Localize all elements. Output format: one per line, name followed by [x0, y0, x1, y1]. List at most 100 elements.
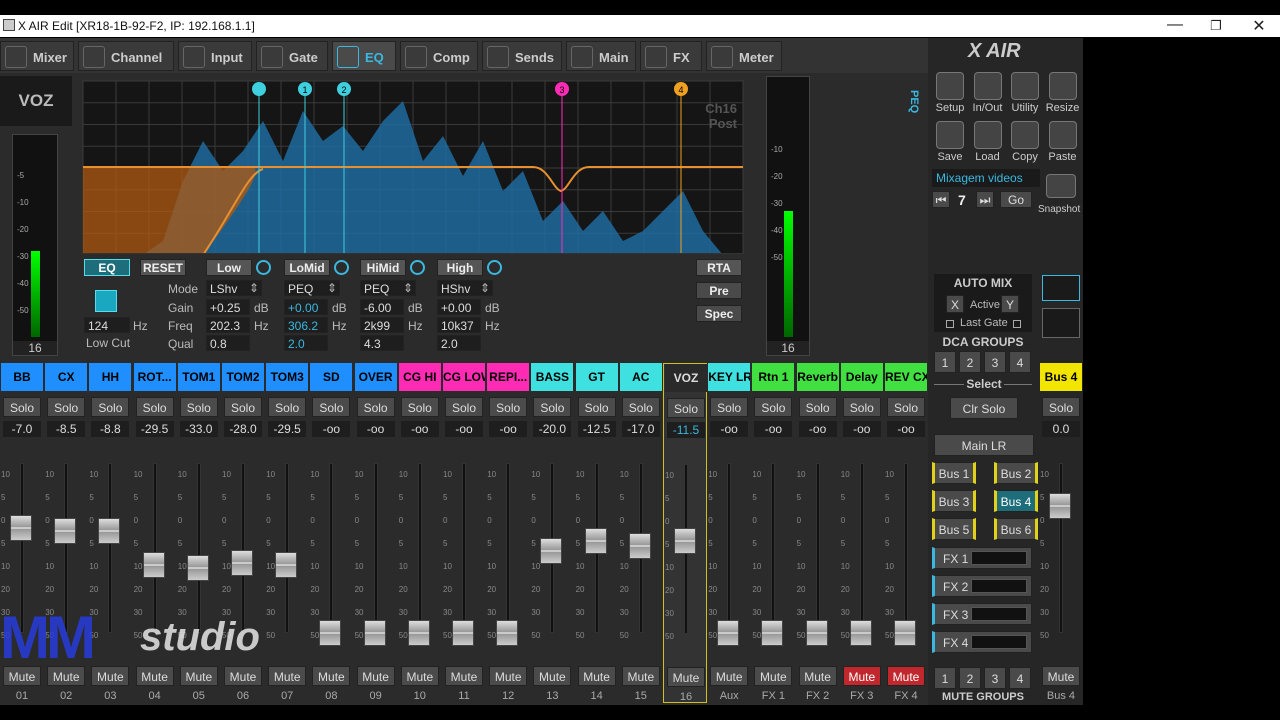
bus-4-select-button[interactable]: Bus 4 — [994, 490, 1038, 512]
tab-gate[interactable]: Gate — [256, 41, 328, 71]
solo-button[interactable]: Solo — [312, 397, 351, 417]
close-button[interactable]: ✕ — [1244, 16, 1274, 36]
fader-knob[interactable] — [496, 620, 519, 646]
band-gain-field[interactable]: +0.25 — [206, 299, 250, 315]
solo-button[interactable]: Solo — [179, 397, 218, 417]
bus-1-select-button[interactable]: Bus 1 — [932, 462, 976, 484]
tool-load-button[interactable]: Load — [970, 121, 1006, 163]
band-low-power-icon[interactable] — [256, 260, 271, 275]
band-high-power-icon[interactable] — [487, 260, 502, 275]
fader-knob[interactable] — [231, 550, 253, 577]
solo-button[interactable]: Solo — [400, 397, 439, 417]
mute-group-1-button[interactable]: 1 — [934, 667, 956, 689]
channel-name-button[interactable]: CG HI — [398, 363, 441, 391]
band-q-field[interactable]: 2.0 — [437, 335, 481, 351]
minimize-button[interactable]: — — [1160, 16, 1190, 34]
fader-level-readout[interactable]: -oo — [754, 421, 793, 437]
fader-knob[interactable] — [894, 620, 916, 646]
snapshot-next-button[interactable]: ⏭ — [976, 191, 994, 208]
tab-fx[interactable]: FX — [640, 41, 702, 71]
band-himid-power-icon[interactable] — [410, 260, 425, 275]
low-cut-icon[interactable] — [95, 290, 117, 312]
band-gain-field[interactable]: +0.00 — [284, 299, 328, 315]
channel-name-button[interactable]: BASS — [531, 363, 574, 391]
fader-knob[interactable] — [805, 620, 828, 646]
automix-x-button[interactable]: X — [946, 295, 964, 313]
spec-button[interactable]: Spec — [696, 305, 742, 322]
channel-name-button[interactable]: Reverb — [796, 363, 839, 391]
solo-button[interactable]: Solo — [621, 397, 660, 417]
fader-level-readout[interactable]: -29.5 — [135, 421, 174, 437]
solo-button[interactable]: Solo — [445, 397, 483, 417]
band-freq-field[interactable]: 306.2 — [284, 317, 328, 333]
fader-level-readout[interactable]: -7.0 — [3, 421, 41, 437]
solo-button[interactable]: Solo — [667, 398, 705, 418]
mute-button[interactable]: Mute — [356, 666, 395, 686]
solo-button[interactable]: Solo — [268, 397, 307, 417]
fader-knob[interactable] — [10, 514, 32, 541]
fader-knob[interactable] — [452, 620, 474, 646]
band-gain-field[interactable]: +0.00 — [437, 299, 481, 315]
fader-knob[interactable] — [628, 533, 651, 560]
band-himid-button[interactable]: HiMid — [360, 259, 406, 276]
channel-name-button[interactable]: REPI... — [487, 363, 530, 391]
mute-button[interactable]: Mute — [533, 666, 572, 686]
snapshot-go-button[interactable]: Go — [1000, 191, 1032, 208]
channel-name-button[interactable]: BB — [1, 363, 43, 391]
fader-level-readout[interactable]: -oo — [842, 421, 881, 437]
fader-knob[interactable] — [674, 527, 696, 554]
mute-button[interactable]: Mute — [667, 667, 705, 687]
fx-4-select-button[interactable]: FX 4 — [932, 631, 1032, 653]
fader-knob[interactable] — [363, 620, 386, 646]
solo-button[interactable]: Solo — [356, 397, 395, 417]
solo-button[interactable]: Solo — [577, 397, 616, 417]
tab-mixer[interactable]: Mixer — [0, 41, 74, 71]
channel-name-button[interactable]: SD — [310, 363, 353, 391]
mute-button[interactable]: Mute — [312, 666, 351, 686]
mute-button[interactable]: Mute — [489, 666, 528, 686]
fader-level-readout[interactable]: -20.0 — [533, 421, 572, 437]
low-cut-freq[interactable]: 124 — [84, 317, 130, 333]
band-freq-field[interactable]: 202.3 — [206, 317, 250, 333]
channel-name-button[interactable]: CG LOW — [443, 363, 485, 391]
channel-name-button[interactable]: Delay — [840, 363, 883, 391]
dca-4-button[interactable]: 4 — [1009, 351, 1031, 373]
fader-level-readout[interactable]: -oo — [400, 421, 439, 437]
fader-level-readout[interactable]: -oo — [489, 421, 528, 437]
channel-name-button[interactable]: OVER — [354, 363, 397, 391]
fader-level-readout[interactable]: -17.0 — [621, 421, 660, 437]
band-q-field[interactable]: 2.0 — [284, 335, 328, 351]
tab-main[interactable]: Main — [566, 41, 636, 71]
solo-button[interactable]: Solo — [533, 397, 572, 417]
channel-name-button[interactable]: Rtn 1 — [752, 363, 795, 391]
channel-name-button[interactable]: TOM2 — [222, 363, 264, 391]
mute-group-3-button[interactable]: 3 — [984, 667, 1006, 689]
tab-sends[interactable]: Sends — [482, 41, 562, 71]
fader-level-readout[interactable]: -28.0 — [224, 421, 262, 437]
mute-button[interactable]: Mute — [754, 666, 793, 686]
channel-name-button[interactable]: GT — [575, 363, 618, 391]
mute-button[interactable]: Mute — [798, 666, 837, 686]
fader-level-readout[interactable]: -11.5 — [667, 422, 705, 438]
mute-button[interactable]: Mute — [621, 666, 660, 686]
fader-knob[interactable] — [584, 528, 607, 555]
snapshot-name[interactable]: Mixagem videos — [932, 169, 1040, 187]
fader-level-readout[interactable]: -29.5 — [268, 421, 307, 437]
view-mode-1[interactable] — [1042, 275, 1080, 301]
channel-name-button[interactable]: REV CX — [885, 363, 927, 391]
mute-button[interactable]: Mute — [577, 666, 616, 686]
tool-resize-button[interactable]: Resize — [1045, 72, 1081, 114]
fader-level-readout[interactable]: -12.5 — [577, 421, 616, 437]
restore-button[interactable]: ❐ — [1201, 18, 1231, 34]
bus-2-select-button[interactable]: Bus 2 — [994, 462, 1038, 484]
fader-knob[interactable] — [54, 518, 77, 544]
channel-name-button[interactable]: Bus 4 — [1040, 363, 1082, 391]
solo-button[interactable]: Solo — [754, 397, 793, 417]
mute-button[interactable]: Mute — [710, 666, 749, 686]
solo-button[interactable]: Solo — [798, 397, 837, 417]
fader-level-readout[interactable]: -oo — [356, 421, 395, 437]
solo-button[interactable]: Solo — [135, 397, 174, 417]
eq-reset-button[interactable]: RESET — [140, 259, 186, 276]
mute-group-4-button[interactable]: 4 — [1009, 667, 1031, 689]
fader-level-readout[interactable]: -oo — [798, 421, 837, 437]
